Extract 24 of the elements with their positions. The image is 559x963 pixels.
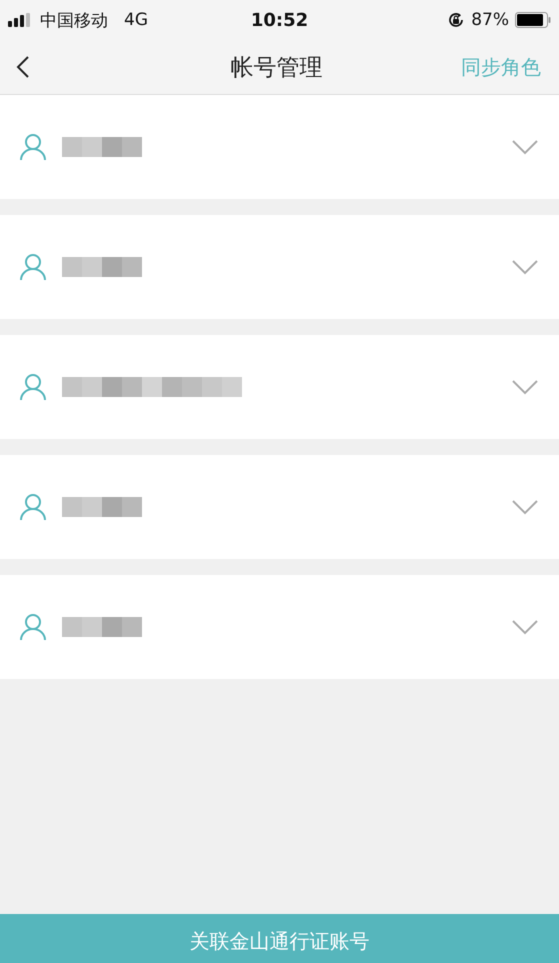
clock-time: 10:52	[250, 10, 308, 30]
account-row[interactable]	[0, 575, 559, 679]
account-row[interactable]	[0, 215, 559, 319]
account-row[interactable]	[0, 95, 559, 199]
user-icon	[20, 373, 46, 401]
rotation-lock-icon	[447, 11, 466, 29]
user-icon	[20, 253, 46, 281]
network-type: 4G	[124, 10, 148, 30]
chevron-icon[interactable]	[511, 619, 539, 635]
battery-icon	[514, 12, 551, 28]
user-icon	[20, 613, 46, 641]
chevron-icon[interactable]	[511, 499, 539, 515]
account-row[interactable]	[0, 335, 559, 439]
sync-roles-button[interactable]: 同步角色	[461, 54, 541, 80]
chevron-icon[interactable]	[511, 259, 539, 275]
chevron-icon[interactable]	[511, 139, 539, 155]
account-row[interactable]	[0, 455, 559, 559]
page-title: 帐号管理	[230, 54, 322, 82]
link-account-button[interactable]: 关联金山通行证账号	[0, 914, 559, 963]
battery-percent: 87%	[471, 10, 509, 30]
user-icon	[20, 133, 46, 161]
carrier-name: 中国移动	[40, 10, 108, 32]
chevron-icon[interactable]	[511, 379, 539, 395]
user-icon	[20, 493, 46, 521]
